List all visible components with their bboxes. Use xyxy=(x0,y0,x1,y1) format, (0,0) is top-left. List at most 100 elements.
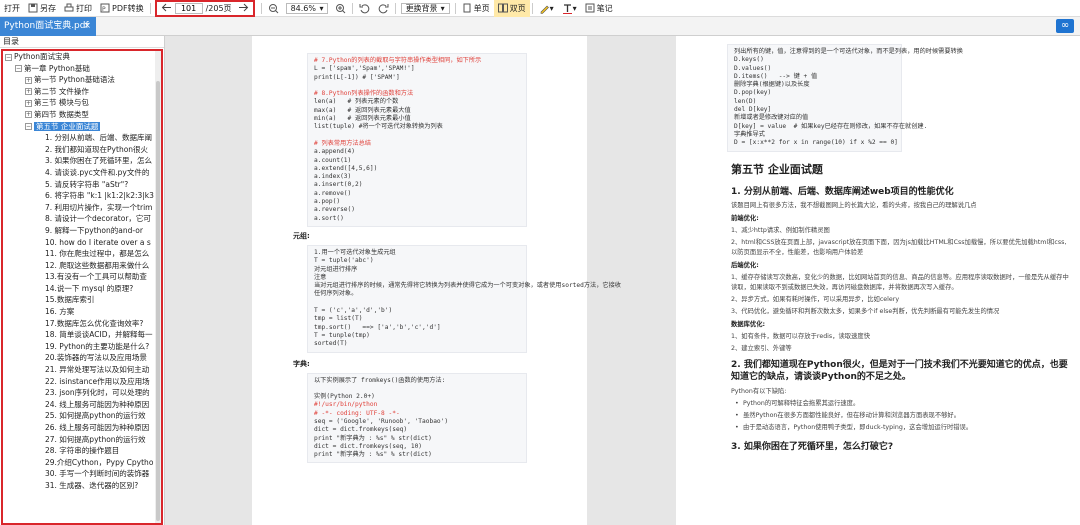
text-format-icon[interactable]: ▾ xyxy=(558,0,581,17)
outline-item[interactable]: 19. Python的主要功能是什么? xyxy=(3,341,161,353)
outline-item-label: 22. isinstance作用以及应用场 xyxy=(45,376,150,386)
tab-bar: Python面试宝典.pdf × ∞ xyxy=(0,17,1080,36)
outline-item[interactable]: − 第五节 企业面试题 xyxy=(3,121,161,133)
expand-icon[interactable]: + xyxy=(25,99,32,107)
outline-item[interactable]: 31. 生成器、迭代器的区别? xyxy=(3,480,161,492)
outline-item[interactable]: 25. 如何提高python的运行效 xyxy=(3,410,161,422)
notes-label: 笔记 xyxy=(596,3,613,13)
outline-item[interactable]: 12. 爬取这些数据都用来做什么 xyxy=(3,260,161,272)
zoom-in-icon[interactable] xyxy=(331,0,350,17)
save-as-button[interactable]: 另存 xyxy=(24,0,60,17)
outline-item[interactable]: 6. 将字符串 "k:1 |k1:2|k2:3|k3 xyxy=(3,190,161,202)
code-line: 任何序列对象。 xyxy=(314,290,358,298)
outline-item[interactable]: 9. 解释一下python的and-or xyxy=(3,225,161,237)
page-number-input[interactable] xyxy=(174,2,203,14)
outline-item-label: 16. 方案 xyxy=(45,307,75,317)
outline-item[interactable]: 4. 请谈谈.pyc文件和.py文件的 xyxy=(3,167,161,179)
outline-item[interactable]: 20.装饰器的写法以及应用场景 xyxy=(3,352,161,364)
outline-item[interactable]: 18. 简单谈谈ACID，并解释每一 xyxy=(3,329,161,341)
tab-document[interactable]: Python面试宝典.pdf × xyxy=(0,17,96,36)
collapse-icon[interactable]: − xyxy=(5,53,12,61)
outline-item[interactable]: 1. 分别从前端、后端、数据库阐 xyxy=(3,132,161,144)
outline-item-label: 31. 生成器、迭代器的区别? xyxy=(45,480,139,490)
code-line: 1.用一个可迭代对象生成元组 xyxy=(314,248,396,256)
collapse-icon[interactable]: − xyxy=(15,65,22,73)
code-line: a.sort() xyxy=(314,214,344,222)
outline-item[interactable]: 13.有没有一个工具可以帮助查 xyxy=(3,271,161,283)
code-line: D.items() --> 键 + 值 xyxy=(734,72,818,80)
code-line: 实例(Python 2.0+) xyxy=(314,393,375,401)
print-button[interactable]: 打印 xyxy=(60,0,96,17)
expand-icon[interactable]: + xyxy=(25,88,32,96)
outline-item[interactable]: 29.介绍Cython，Pypy Cpytho xyxy=(3,457,161,469)
outline-item[interactable]: 15.数据库索引 xyxy=(3,294,161,306)
outline-item[interactable]: 10. how do I iterate over a s xyxy=(3,237,161,249)
code-block-dict-methods: 列出所有的键，值，注意得到的是一个可迭代对象，而不是列表，用的时候需要转换 D.k… xyxy=(727,44,963,152)
notes-button[interactable]: 笔记 xyxy=(581,0,617,17)
outline-item[interactable]: − Python面试宝典 xyxy=(3,51,161,63)
pdf-convert-button[interactable]: P PDF转换 xyxy=(96,0,148,17)
rotate-left-icon[interactable] xyxy=(355,0,374,17)
zoom-select[interactable]: 84.6% ▾ xyxy=(285,2,328,14)
outline-item[interactable]: 23. json序列化时，可以处理的 xyxy=(3,387,161,399)
outline-item[interactable]: 21. 异常处理写法以及如何主动 xyxy=(3,364,161,376)
outline-item[interactable]: 22. isinstance作用以及应用场 xyxy=(3,376,161,388)
outline-item[interactable]: 27. 如何提高python的运行效 xyxy=(3,434,161,446)
outline-item-label: 13.有没有一个工具可以帮助查 xyxy=(45,272,147,282)
outline-item-label: 6. 将字符串 "k:1 |k1:2|k2:3|k3 xyxy=(45,191,154,201)
outline-item[interactable]: 30. 手写一个判断时间的装饰器 xyxy=(3,468,161,480)
next-page-icon[interactable] xyxy=(238,3,249,14)
outline-item-label: 27. 如何提高python的运行效 xyxy=(45,434,146,444)
outline-item[interactable]: + 第二节 文件操作 xyxy=(3,86,161,98)
change-background-select[interactable]: 更换背景 ▾ xyxy=(400,2,450,14)
expand-icon[interactable]: + xyxy=(25,76,32,84)
outline-item[interactable]: 16. 方案 xyxy=(3,306,161,318)
print-label: 打印 xyxy=(76,3,92,13)
outline-item[interactable]: + 第三节 模块与包 xyxy=(3,97,161,109)
scrollbar-thumb[interactable] xyxy=(156,81,160,521)
prev-page-icon[interactable] xyxy=(161,3,172,14)
code-line: print "新字典为 : %s" % str(dict) xyxy=(314,434,432,442)
outline-item[interactable]: 8. 请设计一个decorator，它可 xyxy=(3,213,161,225)
code-line: 列出所有的键，值，注意得到的是一个可迭代对象，而不是列表，用的时候需要转换 xyxy=(734,48,963,55)
outline-item-label: 4. 请谈谈.pyc文件和.py文件的 xyxy=(45,167,150,177)
outline-item[interactable]: 26. 线上服务可能因为种种原因 xyxy=(3,422,161,434)
code-line: list(tuple) #将一个可迭代对象转换为列表 xyxy=(314,123,443,131)
open-button[interactable]: 打开 xyxy=(0,0,24,17)
outline-item[interactable]: 28. 字符串的操作题目 xyxy=(3,445,161,457)
outline-item[interactable]: 24. 线上服务可能因为种种原因 xyxy=(3,399,161,411)
outline-item-label: 第一节 Python基础语法 xyxy=(34,75,115,85)
list-item: Python的可解释特征会拖累其运行速度。 xyxy=(731,399,1071,409)
close-icon[interactable]: × xyxy=(83,17,91,36)
code-line: # 7.Python的列表的截取与字符串操作类型相同，如下所示 xyxy=(314,57,482,64)
double-page-button[interactable]: 双页 xyxy=(493,0,530,17)
outline-item[interactable]: + 第四节 数据类型 xyxy=(3,109,161,121)
code-line: D[key] = value # 如果key已经存在则修改，如果不存在就创建. xyxy=(734,122,928,130)
outline-item-label: 11. 你在爬虫过程中，都是怎么 xyxy=(45,249,150,259)
highlight-pen-icon[interactable]: ▾ xyxy=(535,0,558,17)
code-line: D.values() xyxy=(734,64,772,72)
outline-item[interactable]: 7. 利用切片操作，实现一个trim xyxy=(3,202,161,214)
single-page-button[interactable]: 单页 xyxy=(458,0,494,17)
zoom-out-icon[interactable] xyxy=(264,0,283,17)
code-line: L = ['spam','Spam','SPAM!'] xyxy=(314,65,415,73)
outline-item[interactable]: 2. 我们都知道现在Python很火 xyxy=(3,144,161,156)
outline-item[interactable]: − 第一章 Python基础 xyxy=(3,63,161,75)
scrollbar[interactable] xyxy=(155,51,161,523)
outline-item[interactable]: 14.说一下 mysql 的原理? xyxy=(3,283,161,295)
list-item: 2、异步方式，如果有耗时操作，可以采用异步，比如celery xyxy=(731,295,900,303)
outline-item[interactable]: 11. 你在爬虫过程中，都是怎么 xyxy=(3,248,161,260)
double-page-label: 双页 xyxy=(509,3,526,13)
outline-item[interactable]: 5. 请反转字符串 "aStr"? xyxy=(3,179,161,191)
outline-item[interactable]: 17.数据库怎么优化查询效率? xyxy=(3,318,161,330)
expand-icon[interactable]: + xyxy=(25,111,32,119)
dict-label: 字典: xyxy=(293,359,310,368)
outline-item[interactable]: + 第一节 Python基础语法 xyxy=(3,74,161,86)
svg-text:P: P xyxy=(102,6,106,13)
outline-item[interactable]: 3. 如果你困在了死循环里，怎么 xyxy=(3,155,161,167)
rotate-right-icon[interactable] xyxy=(374,0,393,17)
chevron-down-icon: ▾ xyxy=(319,3,324,13)
outline-item-label: 第四节 数据类型 xyxy=(34,109,89,119)
collapse-icon[interactable]: − xyxy=(25,123,32,131)
